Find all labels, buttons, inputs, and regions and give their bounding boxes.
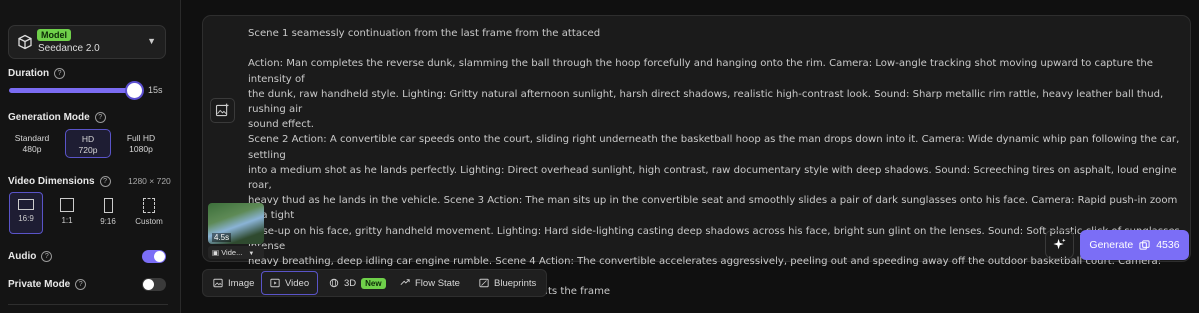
- quality-full-hd[interactable]: Full HD 1080p: [118, 129, 164, 158]
- ratio-1-1-icon: [60, 198, 74, 212]
- mode-tabs: Image Video 3D New Flow State Blueprints: [202, 269, 547, 297]
- new-badge: New: [361, 277, 386, 289]
- tab-3d[interactable]: 3D New: [321, 271, 394, 295]
- duration-value: 15s: [148, 85, 163, 95]
- duration-label: Duration?: [8, 68, 66, 79]
- video-dimensions-label: Video Dimensions?: [8, 176, 111, 187]
- generation-mode-label: Generation Mode?: [8, 112, 106, 123]
- ratio-custom[interactable]: Custom: [132, 192, 166, 234]
- generate-button[interactable]: Generate 4536: [1080, 230, 1189, 260]
- chevron-down-icon: ▼: [147, 36, 156, 46]
- dimensions-value: 1280 × 720: [128, 176, 171, 186]
- duration-slider-thumb[interactable]: [127, 83, 142, 98]
- help-icon[interactable]: ?: [99, 176, 111, 187]
- cube-icon: [329, 278, 339, 288]
- model-name: Seedance 2.0: [38, 43, 100, 54]
- ratio-16-9-icon: [18, 199, 34, 210]
- image-icon: [213, 278, 223, 288]
- play-icon: [270, 278, 280, 288]
- add-image-button[interactable]: [210, 98, 235, 123]
- tab-image[interactable]: Image: [205, 271, 262, 295]
- quality-standard[interactable]: Standard 480p: [9, 129, 55, 158]
- model-tag: Model: [37, 29, 71, 41]
- ratio-1-1[interactable]: 1:1: [50, 192, 84, 234]
- audio-toggle[interactable]: [142, 250, 166, 263]
- audio-label: Audio?: [8, 251, 53, 262]
- toggle-knob: [143, 279, 154, 290]
- private-mode-toggle[interactable]: [142, 278, 166, 291]
- flow-icon: [400, 279, 410, 285]
- tab-flow-state[interactable]: Flow State: [392, 271, 468, 295]
- prompt-panel: Scene 1 seamessly continuation from the …: [202, 15, 1191, 297]
- enhance-prompt-button[interactable]: [1045, 230, 1074, 259]
- prompt-textarea[interactable]: Scene 1 seamessly continuation from the …: [248, 26, 1188, 300]
- sparkle-icon: [1053, 238, 1066, 250]
- help-icon[interactable]: ?: [41, 251, 53, 262]
- ratio-16-9[interactable]: 16:9: [9, 192, 43, 234]
- tab-video[interactable]: Video: [261, 271, 319, 295]
- blueprint-icon: [479, 278, 489, 288]
- toggle-knob: [154, 251, 165, 262]
- custom-ratio-icon: [143, 198, 155, 213]
- cube-icon: [18, 34, 32, 50]
- ratio-9-16[interactable]: 9:16: [91, 192, 125, 234]
- chevron-down-icon: ▼: [248, 251, 255, 257]
- ratio-9-16-icon: [103, 198, 113, 213]
- help-icon[interactable]: ?: [54, 68, 66, 79]
- help-icon[interactable]: ?: [94, 112, 106, 123]
- attachment-duration: 4.5s: [212, 233, 232, 242]
- quality-hd[interactable]: HD 720p: [65, 129, 111, 158]
- attachment-thumbnail[interactable]: 4.5s: [208, 203, 264, 244]
- add-image-icon: [215, 103, 229, 117]
- duration-slider-track[interactable]: [9, 88, 137, 93]
- credits-icon: [1139, 239, 1150, 250]
- tab-blueprints[interactable]: Blueprints: [471, 271, 544, 295]
- attachment-type-selector[interactable]: ▣ Vide... ▼: [208, 246, 264, 259]
- model-selector[interactable]: Model Seedance 2.0 ▼: [8, 25, 166, 59]
- settings-sidebar: Model Seedance 2.0 ▼ Duration? 15s Gener…: [0, 0, 181, 313]
- divider: [8, 304, 168, 305]
- video-icon: ▣: [212, 248, 220, 257]
- help-icon[interactable]: ?: [75, 279, 87, 290]
- private-mode-label: Private Mode?: [8, 279, 87, 290]
